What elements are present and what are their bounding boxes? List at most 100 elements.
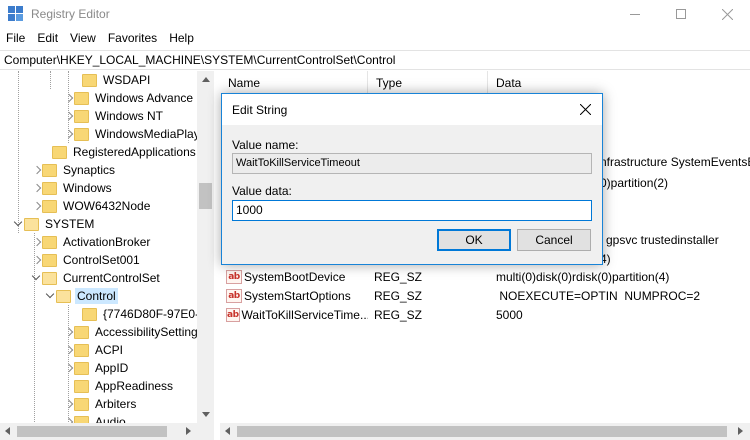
maximize-button[interactable] (658, 0, 704, 28)
list-cell-data: NOEXECUTE=OPTIN NUMPROC=2 (496, 288, 701, 303)
address-bar[interactable]: Computer\HKEY_LOCAL_MACHINE\SYSTEM\Curre… (0, 50, 750, 70)
chevron-right-icon[interactable] (64, 359, 74, 377)
key-tree[interactable]: WSDAPI Windows Advance Windows NT Window… (0, 71, 214, 440)
ok-button[interactable]: OK (437, 229, 511, 251)
chevron-right-icon[interactable] (64, 107, 74, 125)
column-name[interactable]: Name (220, 71, 368, 95)
column-data[interactable]: Data (488, 71, 750, 95)
dialog-title: Edit String (232, 102, 288, 117)
list-cell-type: REG_SZ (374, 288, 423, 303)
folder-icon (74, 397, 89, 411)
window-title: Registry Editor (31, 7, 110, 21)
tree-item-windows-media-play[interactable]: WindowsMediaPlay (64, 125, 202, 143)
chevron-right-icon[interactable] (32, 179, 42, 197)
chevron-down-icon[interactable] (46, 287, 56, 305)
tree-guide-line (50, 71, 51, 89)
chevron-right-icon[interactable] (64, 323, 74, 341)
tree-item-registered-applications[interactable]: RegisteredApplications (42, 143, 198, 161)
chevron-down-icon[interactable] (32, 269, 42, 287)
chevron-right-icon[interactable] (32, 251, 42, 269)
chevron-down-icon[interactable] (14, 215, 24, 233)
menu-edit[interactable]: Edit (31, 31, 64, 45)
menu-favorites[interactable]: Favorites (102, 31, 163, 45)
scroll-down-icon[interactable] (202, 412, 210, 417)
scroll-thumb[interactable] (17, 426, 167, 437)
dialog-close-button[interactable] (568, 94, 602, 125)
list-cell-data: gpsvc trustedinstaller (606, 233, 719, 247)
value-data-input[interactable]: 1000 (232, 200, 592, 221)
string-value-icon: ab (226, 307, 240, 322)
tree-item-acpi[interactable]: ACPI (64, 341, 125, 359)
menu-bar: File Edit View Favorites Help (0, 28, 750, 48)
menu-view[interactable]: View (64, 31, 102, 45)
scroll-thumb[interactable] (199, 183, 212, 209)
tree-item-arbiters[interactable]: Arbiters (64, 395, 138, 413)
folder-icon (74, 325, 89, 339)
tree-item-windows-nt[interactable]: Windows NT (64, 107, 165, 125)
tree-guide-line (18, 71, 19, 233)
tree-item-guid[interactable]: {7746D80F-97E0-4E (72, 305, 213, 323)
folder-icon (74, 361, 89, 375)
folder-icon (82, 73, 97, 87)
tree-item-system[interactable]: SYSTEM (14, 215, 96, 233)
scroll-right-icon[interactable] (738, 427, 743, 435)
minimize-button[interactable] (612, 0, 658, 28)
folder-icon (42, 199, 57, 213)
tree-item-wsdapi[interactable]: WSDAPI (82, 71, 152, 89)
list-cell-type: REG_SZ (374, 307, 423, 322)
scroll-left-icon[interactable] (225, 427, 230, 435)
list-row-system-boot-device[interactable]: ab SystemBootDevice REG_SZ multi(0)disk(0… (220, 267, 669, 286)
list-cell-data: multi(0)disk(0)rdisk(0)partition(4) (496, 269, 670, 284)
scroll-thumb[interactable] (237, 426, 727, 437)
chevron-right-icon[interactable] (32, 161, 42, 179)
list-cell-data: 5000 (496, 307, 523, 322)
tree-item-controlset001[interactable]: ControlSet001 (32, 251, 142, 269)
tree-item-synaptics[interactable]: Synaptics (32, 161, 117, 179)
scroll-right-icon[interactable] (186, 427, 191, 435)
chevron-right-icon[interactable] (64, 89, 74, 107)
list-row-wait-to-kill[interactable]: ab WaitToKillServiceTime... REG_SZ 5000 (220, 305, 523, 324)
chevron-right-icon[interactable] (64, 125, 74, 143)
tree-horizontal-scrollbar[interactable] (0, 423, 214, 440)
tree-item-app-readiness[interactable]: AppReadiness (64, 377, 175, 395)
menu-file[interactable]: File (0, 31, 31, 45)
folder-icon (52, 145, 67, 159)
folder-icon (42, 253, 57, 267)
tree-item-control[interactable]: Control (46, 287, 118, 305)
list-cell-name: SystemStartOptions (244, 288, 351, 303)
chevron-right-icon[interactable] (32, 233, 42, 251)
folder-open-icon (56, 289, 71, 303)
tree-vertical-scrollbar[interactable] (197, 71, 214, 423)
list-horizontal-scrollbar[interactable] (220, 423, 750, 440)
list-row-system-start-options[interactable]: ab SystemStartOptions REG_SZ NOEXECUTE=OP… (220, 286, 700, 305)
folder-icon (42, 235, 57, 249)
list-cell-name: SystemBootDevice (244, 269, 346, 284)
minimize-icon (630, 13, 640, 15)
menu-help[interactable]: Help (163, 31, 200, 45)
tree-item-windows[interactable]: Windows (32, 179, 114, 197)
title-bar: Registry Editor (0, 0, 750, 28)
cancel-button[interactable]: Cancel (517, 229, 591, 251)
chevron-right-icon[interactable] (32, 197, 42, 215)
tree-item-windows-advance[interactable]: Windows Advance (64, 89, 195, 107)
value-name-field: WaitToKillServiceTimeout (232, 153, 592, 174)
scroll-up-icon[interactable] (202, 77, 210, 82)
tree-item-current-control-set[interactable]: CurrentControlSet (32, 269, 162, 287)
chevron-right-icon[interactable] (64, 341, 74, 359)
value-data-label: Value data: (232, 184, 292, 198)
tree-item-appid[interactable]: AppID (64, 359, 130, 377)
tree-item-activation-broker[interactable]: ActivationBroker (32, 233, 152, 251)
column-type[interactable]: Type (368, 71, 488, 95)
folder-icon (74, 127, 89, 141)
chevron-right-icon[interactable] (64, 395, 74, 413)
folder-open-icon (24, 217, 39, 231)
tree-item-accessibility-settings[interactable]: AccessibilitySetting (64, 323, 200, 341)
scroll-left-icon[interactable] (5, 427, 10, 435)
tree-item-wow6432node[interactable]: WOW6432Node (32, 197, 152, 215)
folder-icon (74, 379, 89, 393)
folder-icon (42, 181, 57, 195)
list-cell-type: REG_SZ (374, 269, 423, 284)
close-button[interactable] (704, 0, 750, 28)
dialog-title-bar: Edit String (222, 94, 602, 125)
